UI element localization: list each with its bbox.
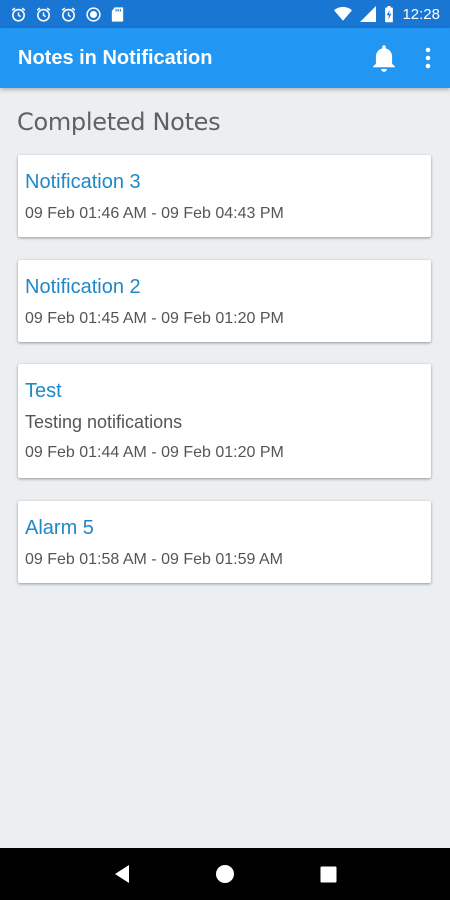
alarm-icon bbox=[11, 7, 26, 22]
note-title: Notification 3 bbox=[25, 171, 141, 193]
notification-bell-button[interactable] bbox=[370, 43, 398, 73]
status-time: 12:28 bbox=[402, 5, 440, 23]
status-notification-icons bbox=[10, 6, 125, 23]
navigation-bar bbox=[0, 848, 450, 900]
note-description: Testing notifications bbox=[25, 412, 183, 432]
note-card[interactable]: Alarm 5 09 Feb 01:58 AM - 09 Feb 01:59 A… bbox=[18, 501, 431, 583]
back-icon bbox=[114, 865, 129, 883]
section-title: Completed Notes bbox=[17, 108, 221, 136]
notes-content: Completed Notes Notification 3 09 Feb 01… bbox=[0, 88, 450, 848]
note-time: 09 Feb 01:44 AM - 09 Feb 01:20 PM bbox=[25, 444, 284, 461]
app-title: Notes in Notification bbox=[18, 46, 213, 69]
note-time: 09 Feb 01:58 AM - 09 Feb 01:59 AM bbox=[25, 551, 283, 568]
back-button[interactable] bbox=[102, 854, 142, 894]
sd-card-icon bbox=[111, 6, 124, 22]
home-button[interactable] bbox=[205, 854, 245, 894]
note-card[interactable]: Notification 3 09 Feb 01:46 AM - 09 Feb … bbox=[18, 155, 431, 237]
note-card[interactable]: Notification 2 09 Feb 01:45 AM - 09 Feb … bbox=[18, 260, 431, 342]
recents-icon bbox=[320, 866, 337, 882]
note-card[interactable]: Test Testing notifications 09 Feb 01:44 … bbox=[18, 364, 431, 478]
recents-button[interactable] bbox=[308, 854, 348, 894]
home-icon bbox=[215, 865, 234, 883]
alarm-icon bbox=[61, 7, 76, 22]
note-time: 09 Feb 01:45 AM - 09 Feb 01:20 PM bbox=[25, 310, 284, 327]
status-bar: 12:28 bbox=[0, 0, 450, 28]
app-actions bbox=[370, 43, 432, 73]
overflow-menu-icon bbox=[425, 47, 431, 69]
status-system-icons: 12:28 bbox=[334, 5, 440, 23]
wifi-icon bbox=[334, 6, 353, 21]
record-icon bbox=[86, 6, 101, 22]
overflow-menu-button[interactable] bbox=[424, 47, 432, 69]
note-title: Notification 2 bbox=[25, 276, 141, 298]
note-time: 09 Feb 01:46 AM - 09 Feb 04:43 PM bbox=[25, 205, 284, 222]
note-title: Alarm 5 bbox=[25, 517, 94, 539]
signal-icon bbox=[360, 6, 377, 22]
app-bar: Notes in Notification bbox=[0, 28, 450, 88]
note-title: Test bbox=[25, 380, 62, 402]
alarm-icon bbox=[36, 7, 51, 22]
battery-charging-icon bbox=[385, 5, 394, 22]
bell-icon bbox=[373, 45, 395, 72]
